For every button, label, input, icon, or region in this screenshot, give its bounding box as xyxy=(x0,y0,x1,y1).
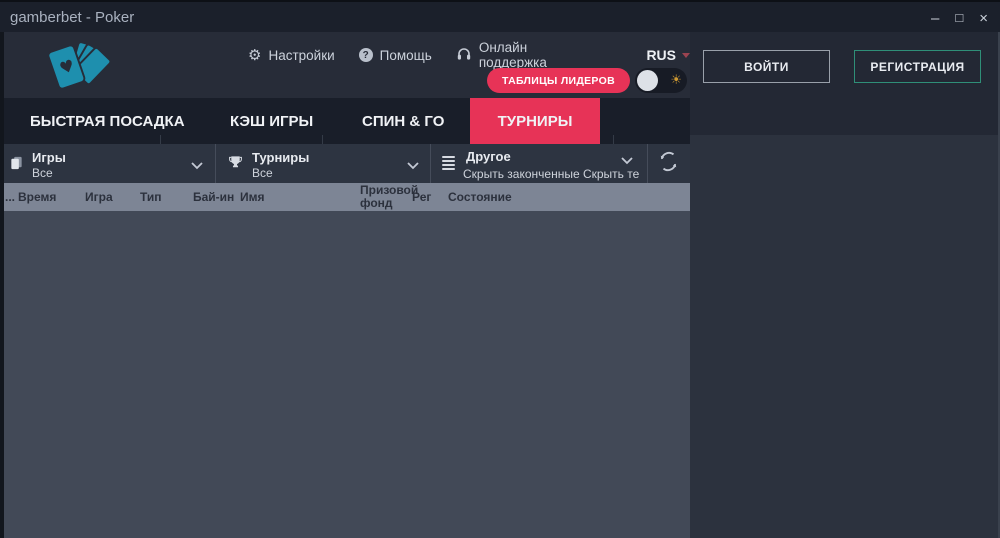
leaderboards-button[interactable]: ТАБЛИЦЫ ЛИДЕРОВ xyxy=(487,68,630,93)
theme-toggle[interactable]: ☀ xyxy=(635,68,687,93)
tab-cash-games[interactable]: КЭШ ИГРЫ xyxy=(230,98,313,144)
filter-divider xyxy=(430,144,431,183)
trophy-icon xyxy=(228,155,243,175)
help-label: Помощь xyxy=(379,47,432,63)
title-bar: gamberbet - Poker – □ × xyxy=(0,0,1000,32)
auth-panel: ВОЙТИ РЕГИСТРАЦИЯ xyxy=(690,32,1000,135)
tournaments-filter-value: Все xyxy=(252,166,273,180)
column-header-time[interactable]: Время xyxy=(18,183,56,211)
sun-icon: ☀ xyxy=(670,72,682,87)
online-support-menu-item[interactable]: Онлайн поддержка xyxy=(456,40,597,70)
chevron-down-icon xyxy=(190,157,204,175)
register-button[interactable]: РЕГИСТРАЦИЯ xyxy=(854,50,981,83)
nav-divider xyxy=(160,135,161,144)
games-filter-value: Все xyxy=(32,166,53,180)
column-header-game[interactable]: Игра xyxy=(85,183,113,211)
column-header-buyin[interactable]: Бай-ин xyxy=(193,183,234,211)
online-support-label: Онлайн поддержка xyxy=(478,40,547,70)
window-left-border xyxy=(0,32,4,538)
column-header-state[interactable]: Состояние xyxy=(448,183,512,211)
brand-logo-cards-icon: ♥ xyxy=(44,38,112,101)
headset-icon xyxy=(456,46,472,65)
window-title: gamberbet - Poker xyxy=(10,8,135,26)
main-nav: БЫСТРАЯ ПОСАДКА КЭШ ИГРЫ СПИН & ГО ТУРНИ… xyxy=(0,98,690,144)
chevron-down-icon xyxy=(620,152,634,170)
column-header-prize-pool[interactable]: Призовой фонд xyxy=(360,184,418,210)
tab-spin-and-go[interactable]: СПИН & ГО xyxy=(362,98,444,144)
tab-tournaments[interactable]: ТУРНИРЫ xyxy=(470,98,600,144)
nav-divider xyxy=(613,135,614,144)
gear-icon: ⚙ xyxy=(248,46,262,64)
header: ♥ ⚙ Настройки ? Помощь Онлайн поддержка … xyxy=(0,32,690,98)
header-menu: ⚙ Настройки ? Помощь Онлайн поддержка RU… xyxy=(248,40,690,70)
column-header-type[interactable]: Тип xyxy=(140,183,162,211)
caret-down-icon xyxy=(682,52,690,58)
nav-divider xyxy=(322,135,323,144)
window-controls: – □ × xyxy=(931,2,988,34)
close-button[interactable]: × xyxy=(979,11,988,26)
settings-menu-item[interactable]: ⚙ Настройки xyxy=(248,48,335,63)
tournaments-filter-label: Турниры xyxy=(252,150,310,165)
filter-bar: Игры Все Турниры Все Другое Скрыть закон… xyxy=(0,144,690,183)
minimize-button[interactable]: – xyxy=(931,11,939,26)
column-header-name[interactable]: Имя xyxy=(240,183,265,211)
list-menu-icon xyxy=(442,156,455,170)
language-selector[interactable]: RUS xyxy=(646,47,690,63)
toggle-knob xyxy=(637,70,658,91)
maximize-button[interactable]: □ xyxy=(955,11,963,24)
app-window: gamberbet - Poker – □ × ♥ ⚙ Настройки ? xyxy=(0,0,1000,538)
games-filter-label: Игры xyxy=(32,150,66,165)
other-filter-value: Скрыть законченные Скрыть те xyxy=(463,167,640,181)
tab-quick-seat[interactable]: БЫСТРАЯ ПОСАДКА xyxy=(30,98,185,144)
column-header-dots[interactable]: ... xyxy=(5,183,15,211)
language-value: RUS xyxy=(646,47,676,63)
tournaments-table-body[interactable] xyxy=(0,211,690,538)
refresh-button[interactable] xyxy=(647,144,690,183)
column-header-reg[interactable]: Рег xyxy=(412,183,431,211)
help-menu-item[interactable]: ? Помощь xyxy=(358,47,432,63)
settings-label: Настройки xyxy=(268,47,335,63)
cards-deck-icon xyxy=(9,155,24,176)
chevron-down-icon xyxy=(406,157,420,175)
tournaments-table-header: ... Время Игра Тип Бай-ин Имя Призовой ф… xyxy=(0,183,690,211)
filter-divider xyxy=(215,144,216,183)
help-icon: ? xyxy=(358,48,373,62)
login-button[interactable]: ВОЙТИ xyxy=(703,50,830,83)
refresh-icon xyxy=(656,149,681,179)
right-side-panel xyxy=(690,135,1000,538)
other-filter-label: Другое xyxy=(466,149,511,164)
